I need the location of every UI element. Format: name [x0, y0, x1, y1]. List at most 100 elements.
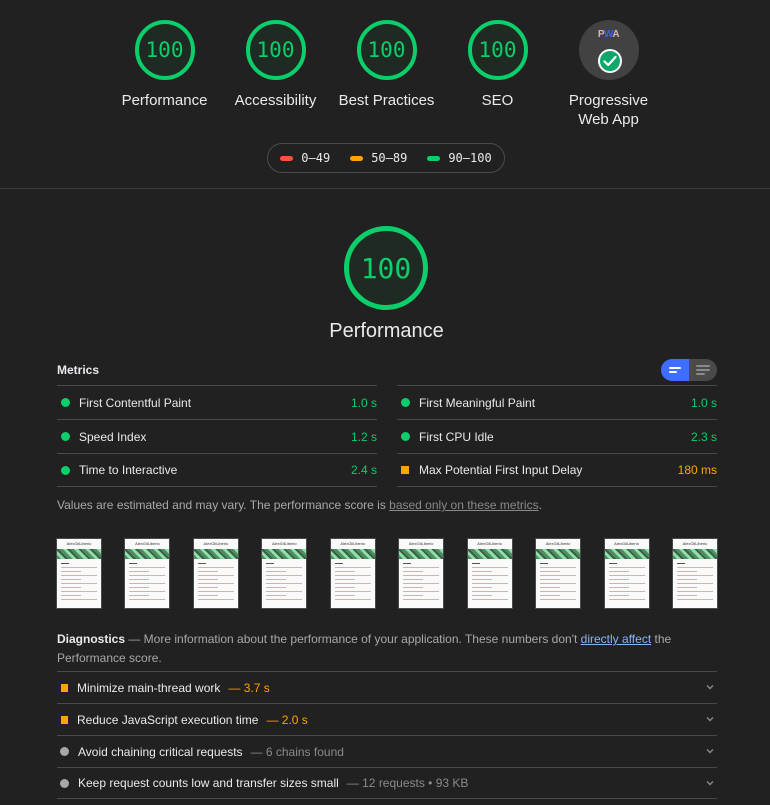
frame-text-line [266, 563, 275, 564]
frame-hero-image [193, 549, 238, 559]
frame-site-title: AlexGilLiberio [66, 541, 92, 546]
metric-value: 1.0 s [690, 395, 717, 410]
gauge-performance[interactable]: 100 Performance [109, 20, 220, 110]
frame-text-line [334, 583, 371, 584]
frame-hero-image [330, 549, 375, 559]
pwa-letter: A [612, 29, 620, 40]
gauge-label: Best Practices [338, 92, 435, 109]
gauge-seo[interactable]: 100 SEO [442, 20, 553, 110]
chevron-down-icon[interactable] [705, 714, 715, 724]
metric-label: Max Potential First Input Delay [419, 463, 583, 477]
frame-text-line [540, 575, 577, 576]
gauge-label: Accessibility [234, 92, 317, 109]
frame-site-title: AlexGilLiberio [477, 541, 502, 546]
frame-text-line [197, 571, 218, 572]
frame-text-line [676, 567, 713, 568]
gauge-best-practices[interactable]: 100 Best Practices [331, 20, 442, 110]
frame-text-line [540, 583, 577, 584]
audit-js-execution-time[interactable]: Reduce JavaScript execution time — 2.0 s [57, 703, 717, 735]
frame-text-line [197, 599, 234, 600]
section-divider [0, 188, 770, 189]
chevron-down-icon[interactable] [705, 682, 715, 692]
average-icon [61, 715, 68, 724]
frame-text-line [676, 571, 697, 572]
frame-text-line [266, 579, 287, 580]
frame-text-line [266, 583, 303, 584]
frame-text-line [61, 579, 81, 580]
frame-text-line [197, 567, 234, 568]
frame-text-line [540, 563, 549, 564]
compact-view-icon[interactable] [661, 359, 689, 381]
metric-label: Speed Index [79, 429, 147, 444]
frame-text-line [197, 575, 234, 576]
expanded-view-icon[interactable] [689, 359, 717, 381]
gauge-label-line: Progressive [568, 92, 649, 109]
frame-text-line [676, 583, 713, 584]
frame-text-line [334, 599, 371, 600]
metrics-info-link[interactable]: based only on these metrics [389, 498, 538, 512]
audit-resource-summary[interactable]: Keep request counts low and transfer siz… [57, 767, 717, 799]
frame-text-line [266, 591, 303, 592]
frame-text-line [61, 591, 97, 592]
note-text: . [538, 498, 542, 512]
directly-affect-link[interactable]: directly affect [581, 632, 651, 646]
legend-range: 90–100 [448, 151, 492, 165]
legend-swatch-fail [280, 155, 294, 161]
frame-text-line [676, 587, 697, 588]
informative-icon [60, 747, 69, 756]
filmstrip-frame: AlexGilLiberio [192, 538, 239, 609]
check-icon [597, 49, 622, 73]
frame-hero-image [57, 549, 101, 559]
gauge-label-line: Web App [578, 111, 639, 128]
frame-text-line [197, 591, 234, 592]
frame-text-line [334, 567, 371, 568]
frame-text-line [540, 595, 561, 596]
chevron-down-icon[interactable] [705, 746, 715, 756]
metric-first-contentful-paint: First Contentful Paint 1.0 s [57, 385, 377, 419]
frame-text-line [608, 591, 645, 592]
frame-text-line [676, 591, 713, 592]
toggle-line [669, 367, 681, 369]
frame-text-line [676, 599, 713, 600]
frame-text-line [608, 579, 629, 580]
legend-range: 0–49 [301, 151, 331, 165]
frame-text-line [471, 591, 508, 592]
frame-text-line [334, 575, 371, 576]
frame-text-line [403, 571, 424, 572]
frame-text-line [403, 575, 440, 576]
frame-text-line [608, 563, 617, 564]
filmstrip-frame: AlexGilLiberio [261, 538, 308, 609]
metric-value: 1.0 s [350, 395, 377, 410]
frame-text-line [266, 599, 303, 600]
score-ring: 100 [245, 20, 306, 80]
frame-text-line [608, 587, 629, 588]
metric-label: Time to Interactive [79, 463, 178, 477]
frame-text-line [266, 571, 287, 572]
frame-site-title: AlexGilLiberio [614, 541, 639, 546]
gauge-accessibility[interactable]: 100 Accessibility [220, 20, 331, 110]
audit-title: Reduce JavaScript execution time [77, 712, 259, 727]
audit-title: Avoid chaining critical requests [78, 744, 243, 759]
filmstrip-frame: AlexGilLiberio [603, 538, 650, 609]
frame-text-line [197, 579, 218, 580]
legend-swatch-average [350, 155, 364, 161]
frame-hero-image [604, 549, 649, 559]
score-scale-legend: 0–49 50–89 90–100 [267, 143, 505, 173]
filmstrip-frame: AlexGilLiberio [329, 538, 376, 609]
frame-text-line [61, 599, 97, 600]
audit-critical-request-chains[interactable]: Avoid chaining critical requests — 6 cha… [57, 735, 717, 767]
frame-text-line [129, 567, 166, 568]
metric-first-meaningful-paint: First Meaningful Paint 1.0 s [397, 385, 717, 419]
frame-hero-image [536, 549, 581, 559]
frame-text-line [129, 583, 166, 584]
metrics-view-toggle[interactable] [661, 359, 717, 381]
audit-main-thread-work[interactable]: Minimize main-thread work — 3.7 s [57, 671, 717, 703]
legend-range: 50–89 [371, 151, 408, 165]
chevron-down-icon[interactable] [705, 778, 715, 788]
metric-value: 2.4 s [350, 463, 377, 477]
frame-text-line [403, 595, 424, 596]
frame-text-line [334, 579, 355, 580]
audit-display-value: — 6 chains found [250, 744, 344, 759]
gauge-pwa[interactable]: PWA Progressive Web App [553, 20, 664, 129]
frame-text-line [403, 587, 424, 588]
